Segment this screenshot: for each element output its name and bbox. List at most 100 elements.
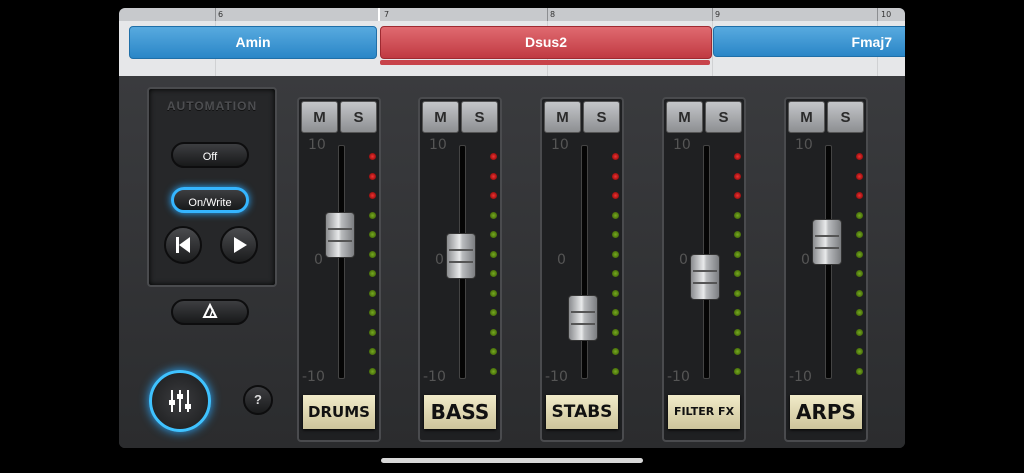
chord-region[interactable]: Amin [129,26,377,59]
automation-on-write-button[interactable]: On/Write [171,187,249,213]
meter-led [490,289,497,297]
meter-led [856,231,863,238]
volume-fader[interactable] [690,253,720,300]
ruler-tick [215,8,216,21]
meter-led [369,367,376,375]
meter-led [856,172,863,180]
rewind-button[interactable] [164,226,202,264]
meter-led [856,270,863,277]
meter-led [490,153,497,160]
scale-label: -10 [545,369,568,385]
chord-region-selected[interactable]: Dsus2 [380,26,712,59]
selection-bar [380,60,710,65]
mixer-panel: AUTOMATION Off On/Write ? M S 10 0 -10 D… [119,76,905,448]
mute-button[interactable]: M [422,101,459,133]
meter-led [734,172,741,180]
meter-led [369,289,376,297]
home-indicator [381,458,643,463]
play-button[interactable] [220,226,258,264]
scale-label: 0 [801,252,810,268]
meter-led [369,348,376,355]
channel-label: DRUMS [303,395,375,429]
meter-led [612,309,619,316]
scale-label: -10 [302,369,325,385]
fader-track [338,145,345,379]
meter-led [612,231,619,238]
scale-label: 10 [308,137,326,153]
meter-led [856,192,863,199]
volume-fader[interactable] [325,211,355,258]
bar-number: 10 [881,10,892,19]
scale-label: -10 [423,369,446,385]
meter-led [490,231,497,238]
meter-led [369,192,376,199]
ruler-tick [547,8,548,21]
mute-button[interactable]: M [666,101,703,133]
meter-led [856,348,863,355]
meter-led [490,348,497,355]
scale-label: -10 [667,369,690,385]
metronome-icon [202,302,218,318]
meter-led [369,211,376,219]
meter-led [612,192,619,199]
ruler-tick [712,8,713,21]
bar-number: 9 [715,10,721,19]
meter-led [490,367,497,375]
meter-led [612,211,619,219]
playhead[interactable] [378,8,380,21]
scale-label: 0 [314,252,323,268]
scale-label: -10 [789,369,812,385]
automation-title: AUTOMATION [166,99,258,113]
chord-region[interactable]: Fmaj7 [713,26,905,57]
channel-strip-bass: M S 10 0 -10 BASS [418,97,502,442]
meter-led [612,289,619,297]
channel-strip-filter-fx: M S 10 0 -10 FILTER FX [662,97,746,442]
mute-button[interactable]: M [301,101,338,133]
meter-led [369,172,376,180]
volume-fader[interactable] [446,232,476,279]
automation-off-button[interactable]: Off [171,142,249,168]
help-button[interactable]: ? [243,385,273,415]
meter-led [856,250,863,258]
channel-label: BASS [424,395,496,429]
mute-button[interactable]: M [788,101,825,133]
volume-fader[interactable] [568,295,598,342]
meter-led [490,309,497,316]
meter-led [612,367,619,375]
meter-led [734,348,741,355]
chord-track[interactable]: Amin Dsus2 Fmaj7 [119,21,905,76]
scale-label: 10 [673,137,691,153]
volume-fader[interactable] [812,218,842,265]
bar-number: 6 [218,10,224,19]
solo-button[interactable]: S [583,101,620,133]
meter-led [734,231,741,238]
channel-strip-arps: M S 10 0 -10 ARPS [784,97,868,442]
meter-led [856,153,863,160]
bar-number: 8 [550,10,556,19]
meter-led [734,250,741,258]
metronome-button[interactable] [171,299,249,325]
meter-led [856,289,863,297]
timeline-ruler[interactable]: 6 7 8 9 10 [119,8,905,22]
solo-button[interactable]: S [461,101,498,133]
mixer-view-button[interactable] [149,370,211,432]
solo-button[interactable]: S [705,101,742,133]
meter-led [369,328,376,336]
mute-button[interactable]: M [544,101,581,133]
channel-strip-stabs: M S 10 0 -10 STABS [540,97,624,442]
meter-led [734,367,741,375]
meter-led [734,309,741,316]
channel-label: FILTER FX [668,395,740,429]
sliders-icon [169,390,191,412]
meter-led [856,367,863,375]
channel-strip-drums: M S 10 0 -10 DRUMS [297,97,381,442]
solo-button[interactable]: S [340,101,377,133]
channel-label: ARPS [790,395,862,429]
channel-label: STABS [546,395,618,429]
fader-track [581,145,588,379]
solo-button[interactable]: S [827,101,864,133]
meter-led [612,172,619,180]
meter-led [734,289,741,297]
meter-led [490,211,497,219]
scale-label: 10 [429,137,447,153]
